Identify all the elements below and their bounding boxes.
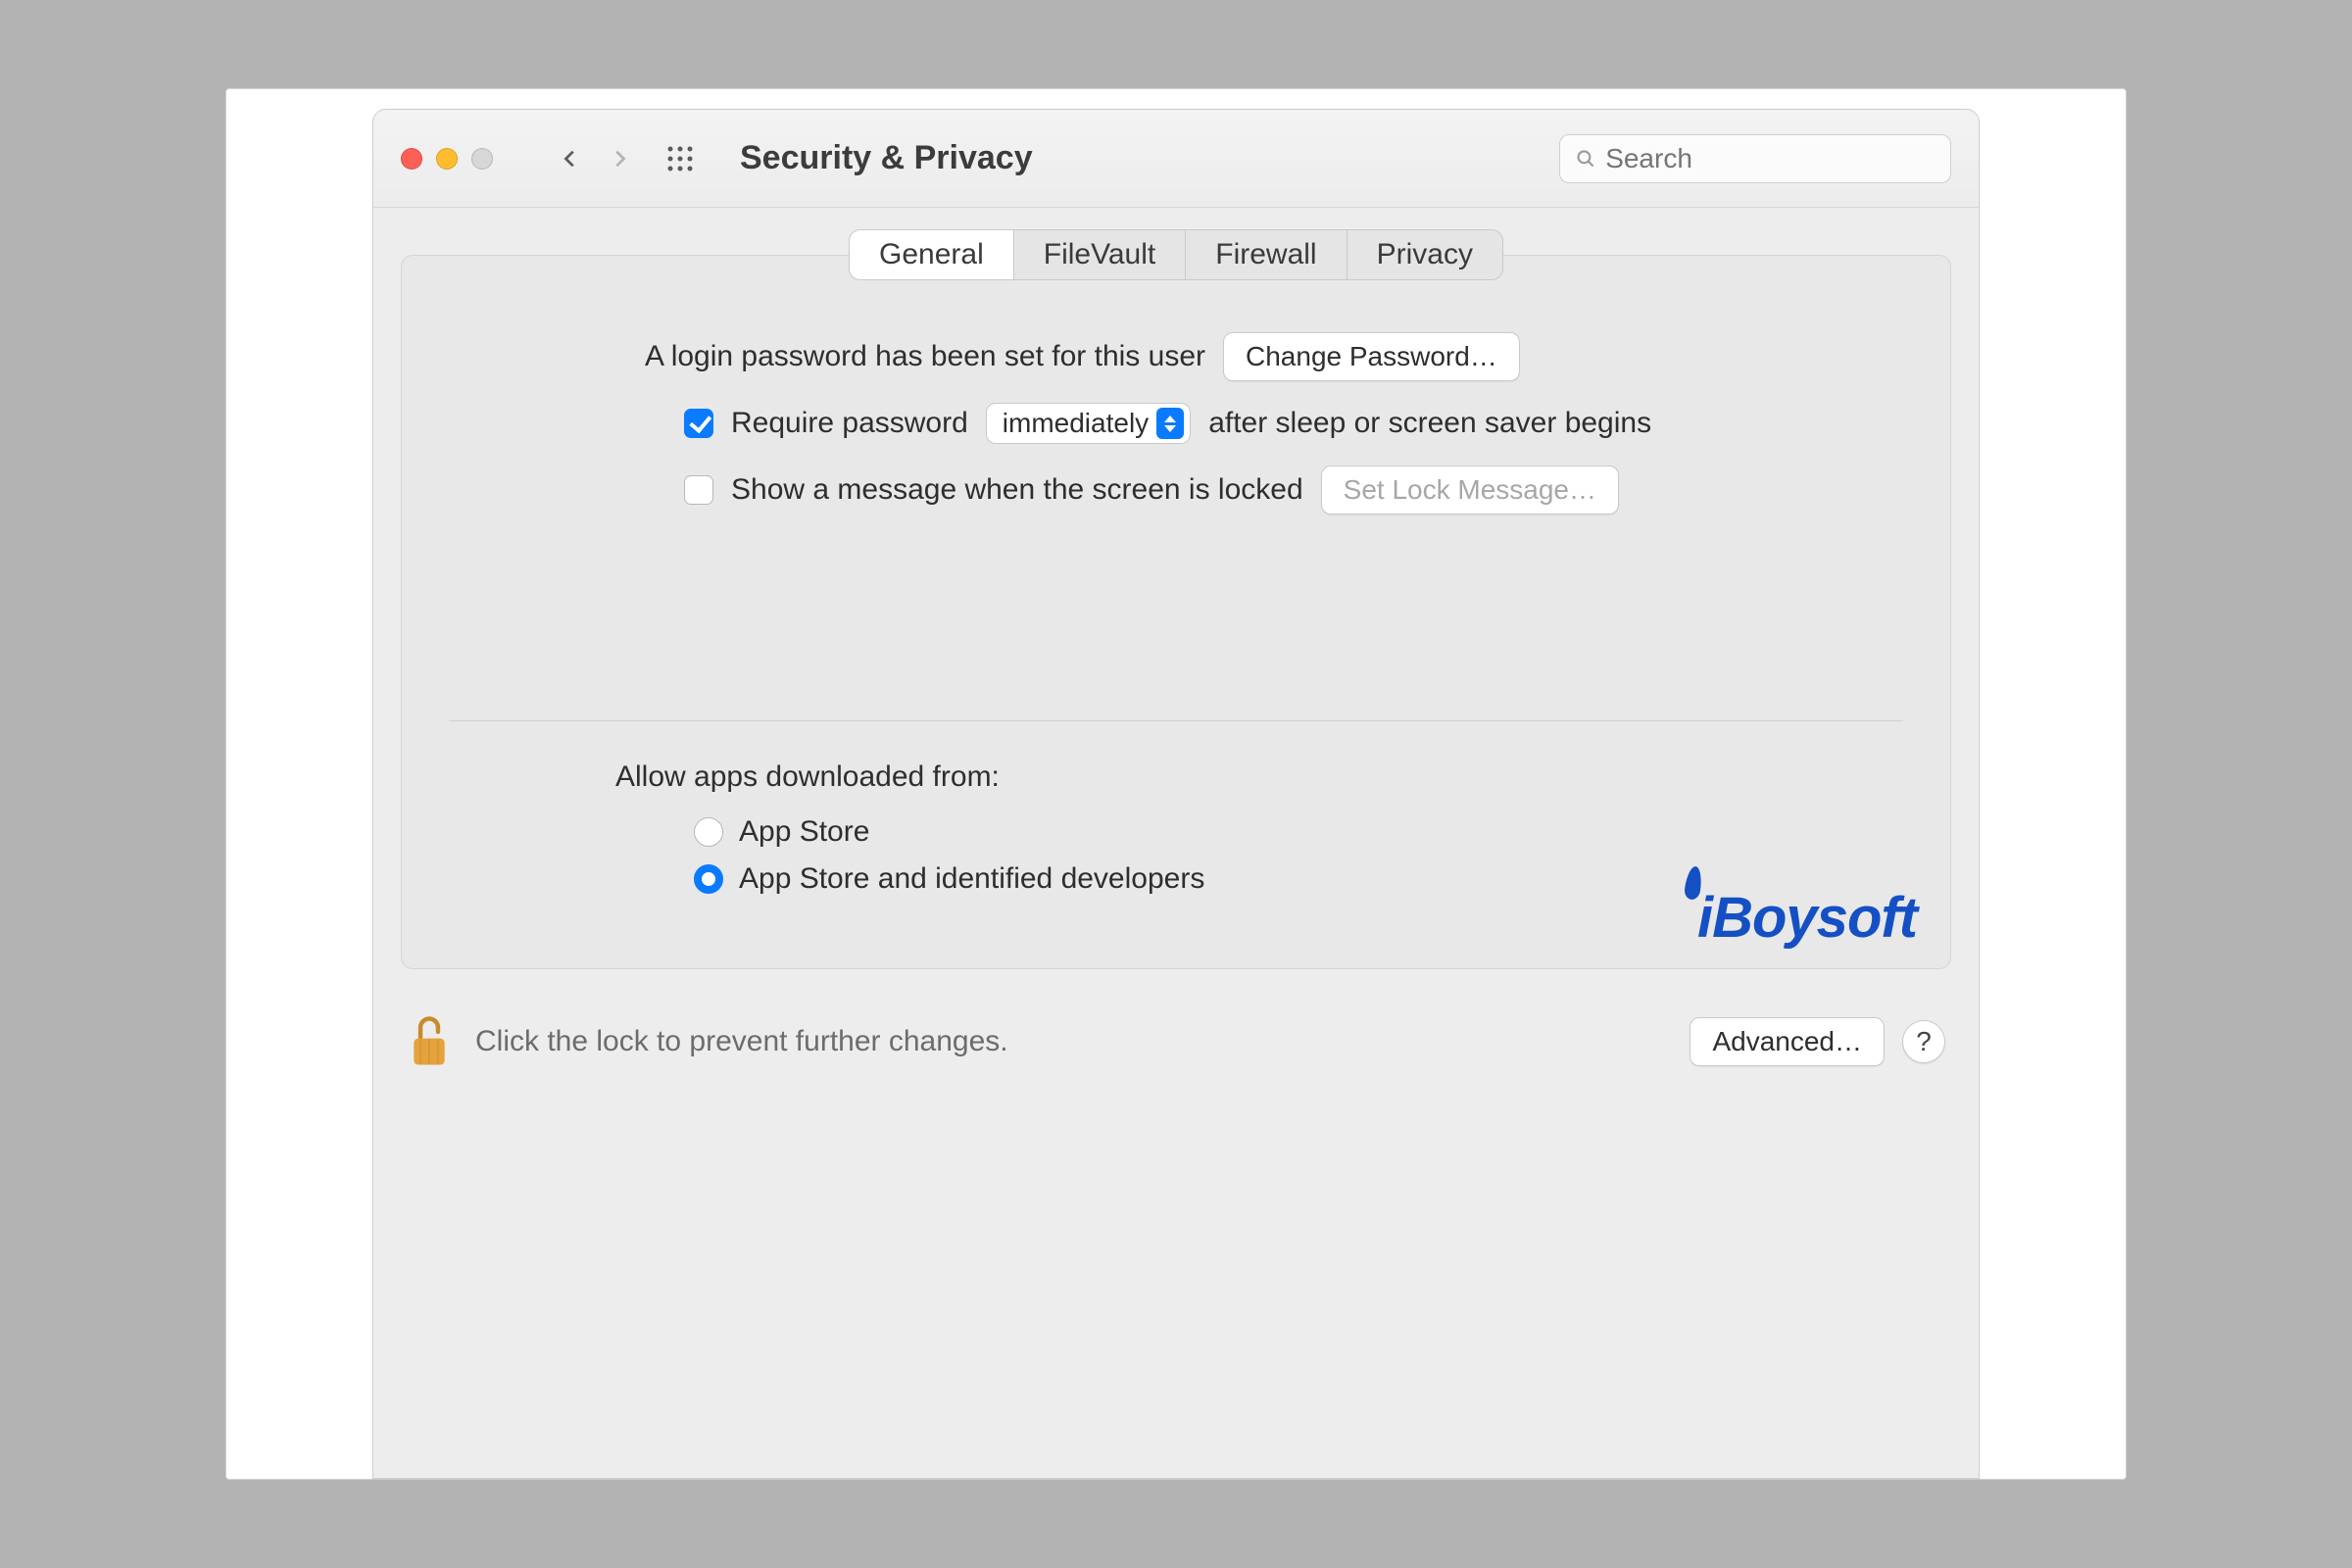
radio-identified-developers-label: App Store and identified developers [739,862,1204,896]
forward-button [609,148,630,170]
lock-icon[interactable] [407,1014,452,1069]
show-lock-message-checkbox[interactable] [684,475,713,505]
allow-apps-label: Allow apps downloaded from: [449,760,1903,794]
window-title: Security & Privacy [740,139,1033,177]
show-all-icon[interactable] [665,144,695,173]
set-lock-message-button: Set Lock Message… [1321,466,1619,514]
require-password-label-pre: Require password [731,407,968,440]
tab-firewall[interactable]: Firewall [1186,230,1347,279]
require-password-delay-value: immediately [1003,408,1149,439]
radio-app-store[interactable] [694,817,723,847]
tab-filevault[interactable]: FileVault [1014,230,1187,279]
nav-buttons [560,148,630,170]
show-lock-message-label: Show a message when the screen is locked [731,473,1303,507]
window-controls [401,148,493,170]
require-password-label-post: after sleep or screen saver begins [1208,407,1651,440]
require-password-delay-select[interactable]: immediately [986,403,1191,444]
radio-identified-developers[interactable] [694,864,723,894]
divider [449,720,1903,721]
search-input[interactable] [1605,143,1935,174]
footer: Click the lock to prevent further change… [373,997,1979,1093]
fullscreen-button [471,148,493,170]
lock-hint-text: Click the lock to prevent further change… [475,1025,1008,1058]
help-button[interactable]: ? [1902,1020,1945,1063]
preferences-window: Security & Privacy General FileVault Fir… [372,109,1980,1479]
search-icon [1576,148,1595,170]
search-field[interactable] [1559,134,1951,183]
change-password-button[interactable]: Change Password… [1223,332,1520,381]
close-button[interactable] [401,148,422,170]
tab-privacy[interactable]: Privacy [1348,230,1502,279]
login-password-label: A login password has been set for this u… [645,340,1205,373]
page-background: Security & Privacy General FileVault Fir… [225,88,2127,1480]
tabs: General FileVault Firewall Privacy [849,229,1503,280]
advanced-button[interactable]: Advanced… [1690,1017,1885,1066]
titlebar: Security & Privacy [373,110,1979,208]
watermark: iBoysoft [1682,885,1917,951]
select-stepper-icon [1156,408,1184,439]
back-button[interactable] [560,148,581,170]
radio-app-store-label: App Store [739,815,869,849]
tab-general[interactable]: General [850,230,1014,279]
require-password-checkbox[interactable] [684,409,713,438]
minimize-button[interactable] [436,148,458,170]
general-panel: A login password has been set for this u… [401,255,1951,969]
